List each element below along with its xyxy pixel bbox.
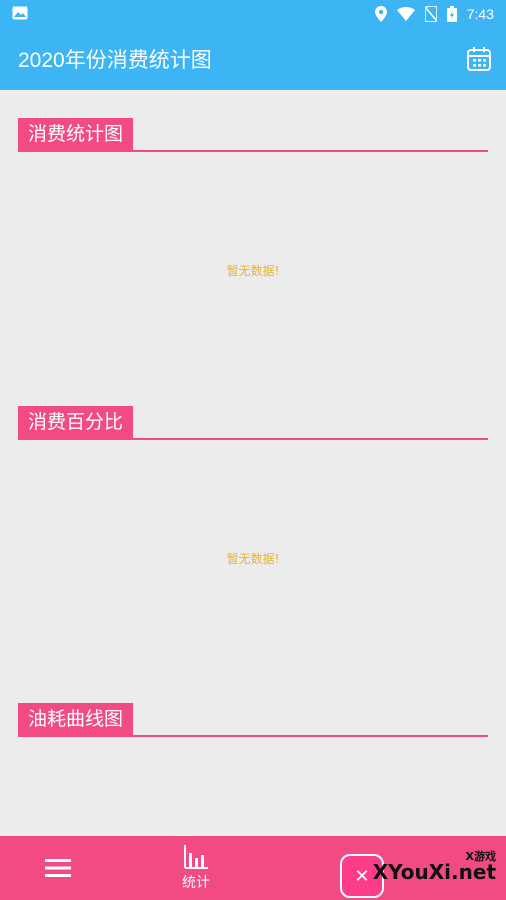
location-icon bbox=[374, 6, 387, 22]
nav-item-label: 统计 bbox=[182, 874, 210, 890]
battery-charging-icon bbox=[446, 6, 457, 22]
section-consumption-percentage: 消费百分比 bbox=[18, 406, 488, 440]
clock: 7:43 bbox=[466, 6, 494, 22]
bottom-navigation: 统计 ✕ X游戏 XYouXi.net bbox=[0, 836, 506, 900]
image-notification-icon bbox=[12, 6, 28, 20]
menu-icon[interactable] bbox=[45, 858, 71, 878]
watermark-main-text: XYouXi.net bbox=[372, 860, 496, 884]
no-sim-icon bbox=[424, 6, 437, 22]
app-bar: 2020年份消费统计图 bbox=[0, 28, 506, 90]
nav-item-stats[interactable]: 统计 bbox=[176, 844, 216, 892]
section-title: 油耗曲线图 bbox=[18, 703, 134, 737]
status-bar: 7:43 bbox=[0, 0, 506, 28]
section-fuel-curve: 油耗曲线图 bbox=[18, 703, 488, 737]
empty-state-text: 暂无数据! bbox=[226, 552, 280, 566]
bar-chart-icon bbox=[184, 845, 208, 869]
section-divider bbox=[18, 438, 488, 440]
empty-state-text: 暂无数据! bbox=[226, 264, 280, 278]
section-divider bbox=[18, 150, 488, 152]
section-title: 消费统计图 bbox=[18, 118, 134, 152]
section-consumption-stats: 消费统计图 bbox=[18, 118, 488, 152]
calendar-icon[interactable] bbox=[466, 46, 492, 72]
watermark-logo: ✕ X游戏 XYouXi.net bbox=[326, 846, 496, 898]
page-title: 2020年份消费统计图 bbox=[18, 49, 212, 72]
wifi-icon bbox=[396, 7, 415, 21]
section-divider bbox=[18, 735, 488, 737]
section-title: 消费百分比 bbox=[18, 406, 134, 440]
